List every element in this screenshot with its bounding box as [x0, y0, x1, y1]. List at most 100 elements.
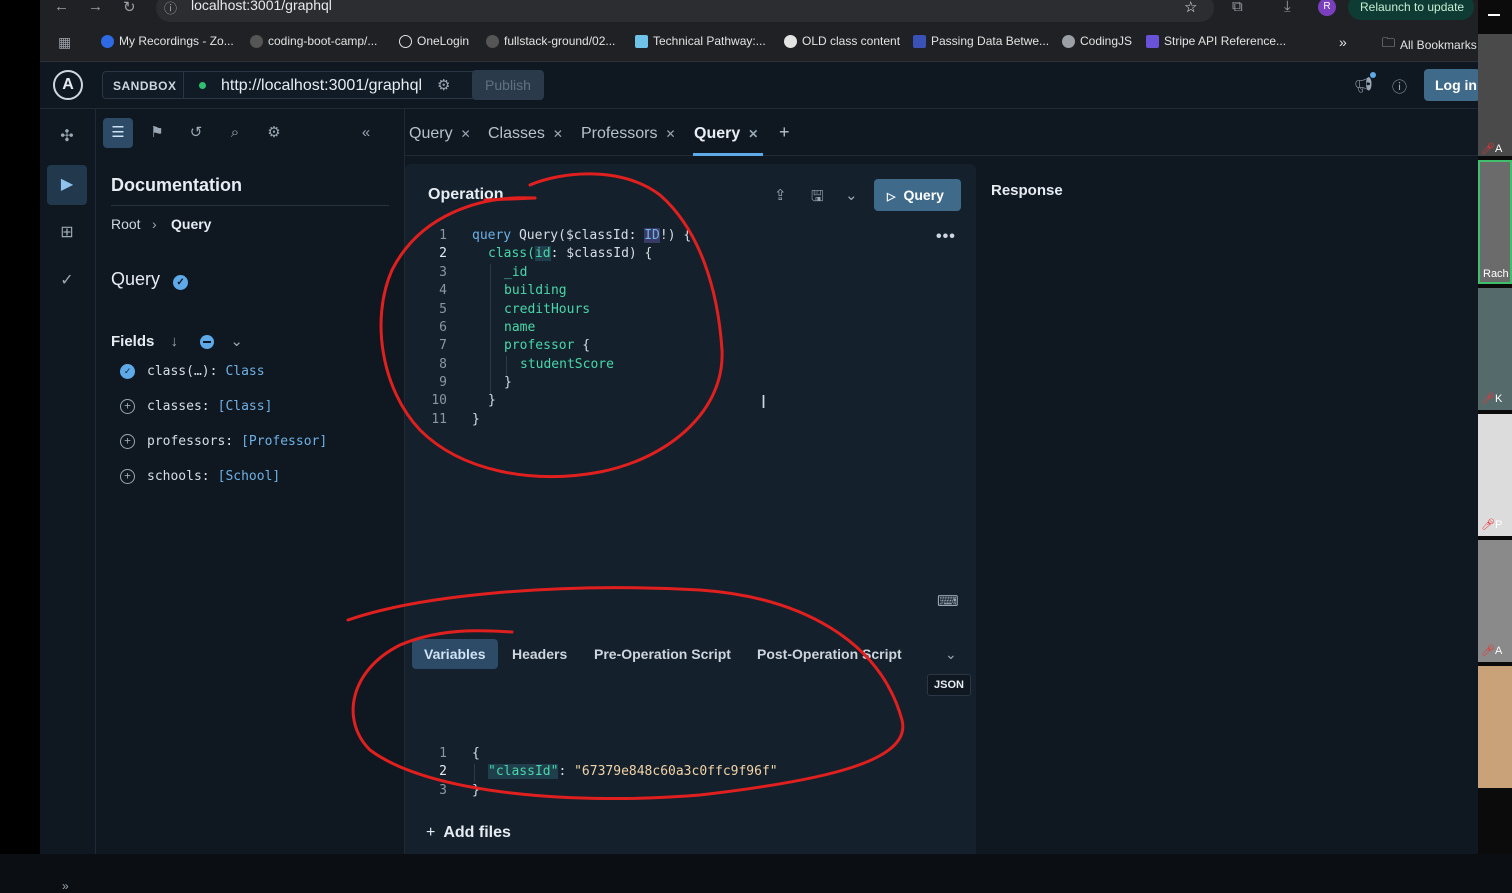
chevron-down-icon[interactable]: ⌄	[230, 333, 243, 350]
code-line-9[interactable]: }	[504, 375, 512, 390]
bookmark-star-icon[interactable]: ☆	[1184, 0, 1197, 16]
tab-headers[interactable]: Headers	[500, 639, 579, 669]
bookmark-item[interactable]: coding-boot-camp/...	[250, 34, 377, 48]
gear-icon[interactable]: ⚙	[437, 76, 450, 94]
bookmark-item[interactable]: OLD class content	[784, 34, 900, 48]
close-icon[interactable]: ✕	[665, 127, 675, 141]
all-bookmarks[interactable]: 🗀 All Bookmarks	[1382, 34, 1477, 56]
history-icon[interactable]: ↺	[181, 118, 211, 148]
code-line-10[interactable]: }	[488, 393, 496, 408]
bookmark-item[interactable]: OneLogin	[399, 34, 469, 48]
bookmark-item[interactable]: CodingJS	[1062, 34, 1132, 48]
bookmark-item[interactable]: Passing Data Betwe...	[913, 34, 1049, 48]
bookmark-item[interactable]: Technical Pathway:...	[635, 34, 766, 48]
field-row-classes[interactable]: + classes: [Class]	[120, 399, 272, 414]
login-button[interactable]: Log in	[1424, 69, 1480, 101]
json-line-3[interactable]: }	[472, 783, 480, 798]
explorer-icon[interactable]: ▶	[47, 165, 87, 205]
field-type[interactable]: Class	[225, 364, 264, 379]
extensions-icon[interactable]: ⧉	[1232, 0, 1243, 15]
tab-variables[interactable]: Variables	[412, 639, 498, 669]
selected-check-icon[interactable]: ✓	[120, 364, 135, 379]
tab-professors[interactable]: Professors ✕	[581, 125, 676, 143]
apollo-logo[interactable]: A	[53, 70, 83, 100]
participant-tile[interactable]: 🎤︎A	[1478, 540, 1512, 662]
endpoint-input[interactable]: http://localhost:3001/graphql	[221, 77, 427, 95]
bookmark-item[interactable]: My Recordings - Zo...	[101, 34, 234, 48]
collapse-panel-icon[interactable]: «	[351, 118, 381, 148]
keyboard-shortcuts-icon[interactable]: ⌨	[937, 592, 959, 610]
reload-icon[interactable]: ↻	[123, 0, 136, 16]
collapse-icon[interactable]: ⌄	[945, 646, 957, 663]
add-field-icon[interactable]: +	[120, 399, 135, 414]
field-type[interactable]: [Professor]	[241, 434, 327, 449]
field-row-professors[interactable]: + professors: [Professor]	[120, 434, 327, 449]
add-files-button[interactable]: + Add files	[426, 824, 511, 842]
schema-icon[interactable]: ✣	[47, 117, 87, 157]
field-type[interactable]: [Class]	[218, 399, 273, 414]
deselect-all-icon[interactable]	[200, 335, 215, 350]
more-options-icon[interactable]: •••	[936, 228, 956, 246]
tab-pre-operation-script[interactable]: Pre-Operation Script	[582, 639, 743, 669]
code-line-8[interactable]: studentScore	[520, 357, 614, 372]
json-line-2[interactable]: "classId": "67379e848c60a3c0ffc9f96f"	[488, 764, 778, 779]
site-info-icon[interactable]: ⓘ	[164, 0, 177, 17]
field-row-class[interactable]: ✓ class(…): Class	[120, 364, 265, 379]
code-line-4[interactable]: building	[504, 283, 567, 298]
address-text[interactable]: localhost:3001/graphql	[191, 0, 332, 13]
sort-icon[interactable]: ↓	[171, 333, 179, 350]
bookmark-item[interactable]: Stripe API Reference...	[1146, 34, 1286, 48]
participant-tile[interactable]: 🎤︎K	[1478, 288, 1512, 410]
tab-post-operation-script[interactable]: Post-Operation Script	[745, 639, 914, 669]
save-icon[interactable]: 🖫︎	[811, 186, 824, 211]
apps-grid-icon[interactable]: ▦	[58, 34, 71, 51]
announcement-icon[interactable]: 📢︎	[1354, 76, 1373, 94]
line-number: 3	[439, 783, 447, 798]
search-icon[interactable]: ⌕	[220, 118, 250, 148]
close-icon[interactable]: ✕	[461, 127, 471, 141]
breadcrumb-root[interactable]: Root	[111, 216, 141, 232]
participant-tile[interactable]: 🎤︎A	[1478, 34, 1512, 156]
close-icon[interactable]: ✕	[553, 127, 563, 141]
tab-query-active[interactable]: Query ✕	[694, 125, 758, 143]
forward-icon[interactable]: →	[88, 0, 103, 15]
chevron-down-icon[interactable]: ⌄	[845, 186, 858, 204]
relaunch-button[interactable]: Relaunch to update	[1348, 0, 1474, 20]
field-row-schools[interactable]: + schools: [School]	[120, 469, 280, 484]
json-line-1[interactable]: {	[472, 746, 480, 761]
checks-icon[interactable]: ⊞	[47, 213, 87, 253]
back-icon[interactable]: ←	[54, 0, 69, 15]
participant-tile[interactable]	[1478, 666, 1512, 788]
checkmark-icon[interactable]: ✓	[47, 261, 87, 301]
code-line-3[interactable]: _id	[504, 265, 527, 280]
code-line-11[interactable]: }	[472, 412, 480, 427]
minimize-icon[interactable]	[1488, 14, 1500, 16]
settings-icon[interactable]: ⚙	[259, 118, 289, 148]
share-icon[interactable]: ⇪	[774, 186, 787, 204]
field-type[interactable]: [School]	[218, 469, 281, 484]
add-field-icon[interactable]: +	[120, 469, 135, 484]
publish-button[interactable]: Publish	[472, 70, 544, 100]
code-line-1[interactable]: query Query($classId: ID!) {	[472, 228, 691, 243]
run-query-button[interactable]: ▷ Query	[874, 179, 961, 211]
participant-tile-active[interactable]: Rach	[1478, 160, 1512, 284]
code-line-6[interactable]: name	[504, 320, 535, 335]
endpoint-selector[interactable]: SANDBOX http://localhost:3001/graphql ⚙	[102, 71, 498, 99]
code-line-7[interactable]: professor {	[504, 338, 590, 353]
tab-classes[interactable]: Classes ✕	[488, 125, 563, 143]
documentation-icon[interactable]: ☰	[103, 118, 133, 148]
bookmark-item[interactable]: fullstack-ground/02...	[486, 34, 615, 48]
code-line-2[interactable]: class(id: $classId) {	[488, 246, 652, 261]
bookmark-icon[interactable]: ⚑	[142, 118, 172, 148]
code-line-5[interactable]: creditHours	[504, 302, 590, 317]
new-tab-icon[interactable]: +	[779, 122, 790, 143]
add-field-icon[interactable]: +	[120, 434, 135, 449]
bookmarks-overflow-icon[interactable]: »	[1339, 34, 1347, 50]
download-icon[interactable]: ⤓	[1284, 0, 1291, 15]
expand-rail-icon[interactable]: »	[62, 879, 69, 893]
tab-query-1[interactable]: Query ✕	[409, 125, 471, 143]
profile-avatar[interactable]: R	[1318, 0, 1336, 16]
participant-tile[interactable]: 🎤︎P	[1478, 414, 1512, 536]
close-icon[interactable]: ✕	[748, 127, 758, 141]
help-icon[interactable]: ⓘ	[1392, 76, 1407, 97]
